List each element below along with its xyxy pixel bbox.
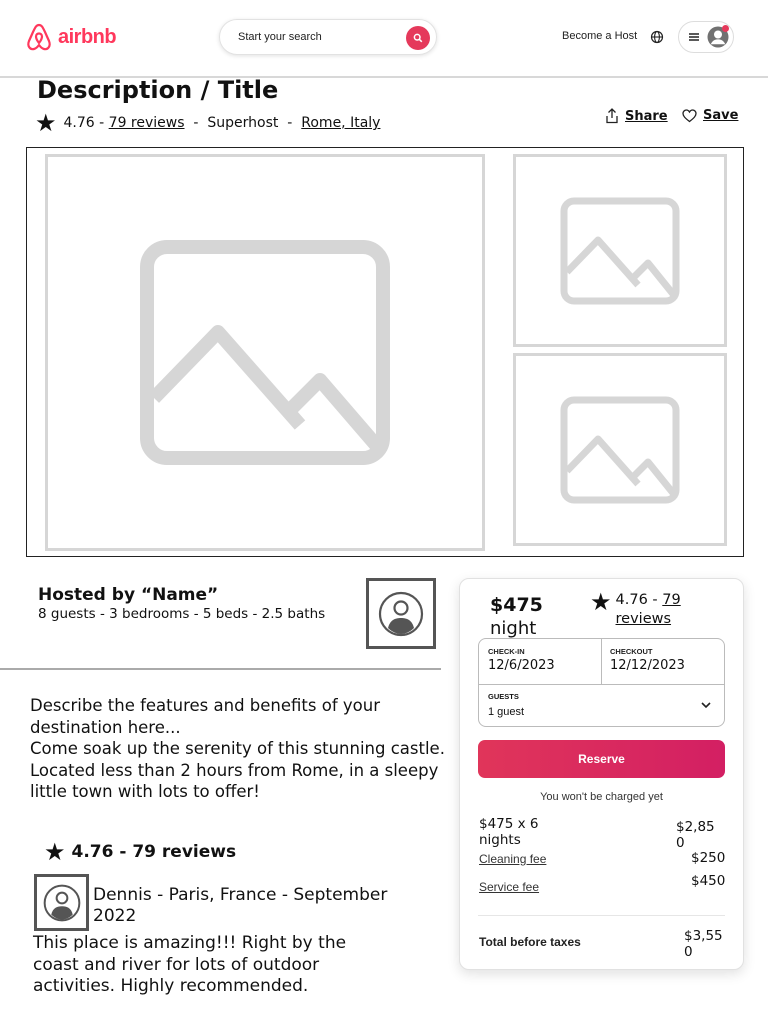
- search-label: Start your search: [238, 31, 322, 43]
- profile-menu-button[interactable]: [678, 21, 734, 53]
- page-title: Description / Title: [37, 76, 279, 104]
- main-photo[interactable]: [45, 154, 485, 551]
- hamburger-menu-icon: [689, 33, 699, 41]
- hosted-by-heading: Hosted by “Name”: [38, 585, 219, 605]
- side-photo-bottom[interactable]: [513, 353, 727, 546]
- description-line: Describe the features and benefits of yo…: [30, 696, 380, 737]
- checkin-field[interactable]: CHECK-IN 12/6/2023: [479, 639, 602, 684]
- brand-name: airbnb: [58, 25, 117, 48]
- checkout-value: 12/12/2023: [610, 658, 685, 673]
- star-icon: ★: [590, 588, 612, 616]
- service-fee-label[interactable]: Service fee: [479, 879, 539, 895]
- total-label: Total before taxes: [479, 935, 581, 949]
- reviews-summary: 4.76 - 79 reviews: [71, 842, 237, 862]
- share-button[interactable]: Share: [605, 108, 668, 124]
- search-button[interactable]: [406, 26, 430, 50]
- save-label: Save: [703, 108, 739, 123]
- host-avatar[interactable]: [366, 578, 436, 649]
- review-text: This place is amazing!!! Right by the co…: [33, 933, 347, 996]
- airbnb-logo[interactable]: airbnb: [26, 22, 117, 52]
- share-label: Share: [625, 108, 668, 124]
- globe-icon[interactable]: [650, 30, 664, 44]
- guests-value: 1 guest: [488, 706, 525, 718]
- cleaning-fee-label[interactable]: Cleaning fee: [479, 851, 546, 867]
- notification-dot: [722, 25, 729, 32]
- checkin-value: 12/6/2023: [488, 658, 555, 673]
- search-icon: [413, 33, 423, 43]
- location-link[interactable]: Rome, Italy: [301, 115, 380, 131]
- card-divider: [478, 915, 725, 916]
- reviewer-avatar[interactable]: [34, 874, 89, 931]
- search-bar[interactable]: Start your search: [219, 19, 437, 55]
- star-icon: ★: [35, 109, 57, 137]
- total-value: $3,550: [684, 928, 723, 960]
- service-fee-value: $450: [691, 873, 726, 889]
- user-avatar-icon: [43, 884, 80, 921]
- star-icon: ★: [44, 838, 66, 866]
- rating-value: 4.76 -: [63, 115, 105, 131]
- nightly-price: $475: [490, 594, 543, 616]
- checkin-label: CHECK-IN: [488, 647, 525, 656]
- reviews-link[interactable]: 79 reviews: [109, 115, 185, 131]
- side-photo-top[interactable]: [513, 154, 727, 347]
- top-navigation-bar: airbnb Start your search Become a Host: [0, 0, 768, 78]
- listing-meta-row: ★ 4.76 - 79 reviews - Superhost - Rome, …: [35, 111, 380, 135]
- photo-gallery: [26, 147, 744, 557]
- booking-card: $475 night ★ 4.76 - 79 reviews CHECK-IN …: [459, 578, 744, 970]
- reviewer-name: Dennis - Paris, France - September 2022: [93, 885, 388, 926]
- dates-guests-picker: CHECK-IN 12/6/2023 CHECKOUT 12/12/2023 G…: [478, 638, 725, 727]
- become-a-host-link[interactable]: Become a Host: [562, 30, 637, 42]
- price-unit: night: [490, 618, 537, 639]
- listing-specs: 8 guests - 3 bedrooms - 5 beds - 2.5 bat…: [38, 606, 326, 622]
- separator: -: [193, 115, 199, 131]
- airbnb-logo-icon: [27, 23, 51, 51]
- checkout-label: CHECKOUT: [610, 647, 653, 656]
- chevron-down-icon: [701, 702, 711, 709]
- image-placeholder-icon: [560, 197, 680, 304]
- checkout-field[interactable]: CHECKOUT 12/12/2023: [602, 639, 692, 684]
- rating-value: 4.76 -: [615, 592, 658, 608]
- description-line: Come soak up the serenity of this stunni…: [30, 739, 445, 801]
- save-button[interactable]: Save: [682, 108, 738, 123]
- card-rating: ★ 4.76 - 79 reviews: [590, 588, 706, 629]
- heart-icon: [682, 108, 697, 122]
- share-icon: [606, 108, 618, 124]
- cleaning-fee-value: $250: [691, 850, 726, 866]
- nights-breakdown-label: $475 x 6 nights: [479, 816, 539, 848]
- reserve-button[interactable]: Reserve: [478, 740, 725, 778]
- superhost-label: Superhost: [207, 115, 279, 131]
- separator: -: [287, 115, 293, 131]
- nights-breakdown-value: $2,850: [676, 819, 715, 851]
- reviews-heading: ★ 4.76 - 79 reviews: [44, 840, 236, 864]
- image-placeholder-icon: [140, 240, 390, 465]
- image-placeholder-icon: [560, 396, 680, 503]
- user-avatar-icon: [378, 591, 424, 636]
- section-divider: [0, 668, 441, 670]
- no-charge-notice: You won't be charged yet: [540, 791, 663, 803]
- listing-description: Describe the features and benefits of yo…: [30, 695, 450, 803]
- guests-select[interactable]: GUESTS 1 guest: [479, 684, 724, 726]
- guests-label: GUESTS: [488, 692, 519, 701]
